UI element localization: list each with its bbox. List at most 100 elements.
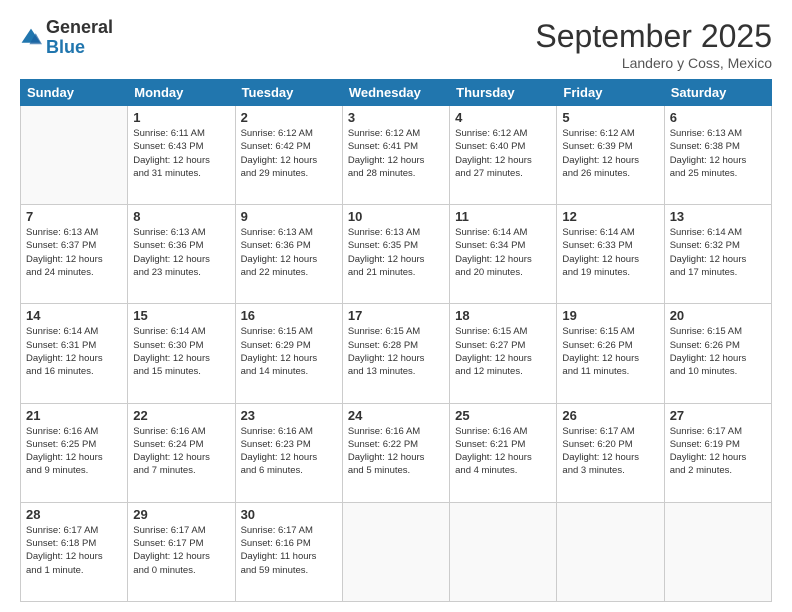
day-header-wednesday: Wednesday (342, 80, 449, 106)
day-header-monday: Monday (128, 80, 235, 106)
calendar-cell: 14Sunrise: 6:14 AM Sunset: 6:31 PM Dayli… (21, 304, 128, 403)
day-info: Sunrise: 6:15 AM Sunset: 6:26 PM Dayligh… (670, 325, 766, 378)
day-number: 23 (241, 408, 337, 423)
week-row-3: 14Sunrise: 6:14 AM Sunset: 6:31 PM Dayli… (21, 304, 772, 403)
calendar-cell: 18 Sunrise: 6:15 AM Sunset: 6:27 PM Dayli… (450, 304, 557, 403)
calendar-cell: 30Sunrise: 6:17 AM Sunset: 6:16 PM Dayli… (235, 502, 342, 601)
week-row-1: 1 Sunrise: 6:11 AM Sunset: 6:43 PM Daylig… (21, 106, 772, 205)
day-info: Sunrise: 6:13 AM Sunset: 6:36 PM Dayligh… (241, 226, 337, 279)
calendar-cell: 21Sunrise: 6:16 AM Sunset: 6:25 PM Dayli… (21, 403, 128, 502)
day-info: Sunrise: 6:17 AM Sunset: 6:20 PM Dayligh… (562, 425, 658, 478)
day-info: Sunrise: 6:13 AM Sunset: 6:35 PM Dayligh… (348, 226, 444, 279)
day-header-tuesday: Tuesday (235, 80, 342, 106)
day-number: 8 (133, 209, 229, 224)
day-header-saturday: Saturday (664, 80, 771, 106)
calendar-cell: 12 Sunrise: 6:14 AM Sunset: 6:33 PM Dayli… (557, 205, 664, 304)
calendar-cell: 3Sunrise: 6:12 AM Sunset: 6:41 PM Daylig… (342, 106, 449, 205)
calendar-cell (450, 502, 557, 601)
day-info: Sunrise: 6:12 AM Sunset: 6:42 PM Dayligh… (241, 127, 337, 180)
logo-blue: Blue (46, 37, 85, 57)
calendar-cell: 24 Sunrise: 6:16 AM Sunset: 6:22 PM Dayli… (342, 403, 449, 502)
day-info: Sunrise: 6:11 AM Sunset: 6:43 PM Dayligh… (133, 127, 229, 180)
day-number: 22 (133, 408, 229, 423)
day-number: 26 (562, 408, 658, 423)
calendar-cell: 28 Sunrise: 6:17 AM Sunset: 6:18 PM Dayli… (21, 502, 128, 601)
day-number: 11 (455, 209, 551, 224)
day-number: 28 (26, 507, 122, 522)
title-block: September 2025 Landero y Coss, Mexico (535, 18, 772, 71)
day-info: Sunrise: 6:15 AM Sunset: 6:29 PM Dayligh… (241, 325, 337, 378)
day-info: Sunrise: 6:16 AM Sunset: 6:22 PM Dayligh… (348, 425, 444, 478)
calendar-cell (342, 502, 449, 601)
day-number: 18 (455, 308, 551, 323)
calendar-cell (557, 502, 664, 601)
logo-icon (20, 27, 42, 49)
calendar-cell (21, 106, 128, 205)
page: General Blue September 2025 Landero y Co… (0, 0, 792, 612)
day-number: 2 (241, 110, 337, 125)
day-number: 20 (670, 308, 766, 323)
calendar-cell (664, 502, 771, 601)
day-number: 7 (26, 209, 122, 224)
calendar-cell: 8 Sunrise: 6:13 AM Sunset: 6:36 PM Daylig… (128, 205, 235, 304)
calendar-cell: 11 Sunrise: 6:14 AM Sunset: 6:34 PM Dayli… (450, 205, 557, 304)
day-info: Sunrise: 6:14 AM Sunset: 6:34 PM Dayligh… (455, 226, 551, 279)
day-info: Sunrise: 6:12 AM Sunset: 6:40 PM Dayligh… (455, 127, 551, 180)
week-row-5: 28 Sunrise: 6:17 AM Sunset: 6:18 PM Dayli… (21, 502, 772, 601)
day-info: Sunrise: 6:15 AM Sunset: 6:27 PM Dayligh… (455, 325, 551, 378)
day-info: Sunrise: 6:16 AM Sunset: 6:21 PM Dayligh… (455, 425, 551, 478)
calendar-cell: 6Sunrise: 6:13 AM Sunset: 6:38 PM Daylig… (664, 106, 771, 205)
day-info: Sunrise: 6:17 AM Sunset: 6:17 PM Dayligh… (133, 524, 229, 577)
day-info: Sunrise: 6:14 AM Sunset: 6:33 PM Dayligh… (562, 226, 658, 279)
calendar-cell: 1 Sunrise: 6:11 AM Sunset: 6:43 PM Daylig… (128, 106, 235, 205)
calendar-cell: 5Sunrise: 6:12 AM Sunset: 6:39 PM Daylig… (557, 106, 664, 205)
calendar-cell: 25 Sunrise: 6:16 AM Sunset: 6:21 PM Dayli… (450, 403, 557, 502)
day-number: 25 (455, 408, 551, 423)
month-title: September 2025 (535, 18, 772, 55)
day-info: Sunrise: 6:16 AM Sunset: 6:25 PM Dayligh… (26, 425, 122, 478)
day-number: 6 (670, 110, 766, 125)
day-header-sunday: Sunday (21, 80, 128, 106)
calendar-cell: 4 Sunrise: 6:12 AM Sunset: 6:40 PM Daylig… (450, 106, 557, 205)
logo: General Blue (20, 18, 113, 58)
days-header-row: SundayMondayTuesdayWednesdayThursdayFrid… (21, 80, 772, 106)
day-info: Sunrise: 6:17 AM Sunset: 6:16 PM Dayligh… (241, 524, 337, 577)
day-number: 1 (133, 110, 229, 125)
day-number: 16 (241, 308, 337, 323)
day-info: Sunrise: 6:17 AM Sunset: 6:18 PM Dayligh… (26, 524, 122, 577)
calendar-cell: 26 Sunrise: 6:17 AM Sunset: 6:20 PM Dayli… (557, 403, 664, 502)
day-info: Sunrise: 6:13 AM Sunset: 6:36 PM Dayligh… (133, 226, 229, 279)
day-number: 19 (562, 308, 658, 323)
day-info: Sunrise: 6:16 AM Sunset: 6:24 PM Dayligh… (133, 425, 229, 478)
day-info: Sunrise: 6:12 AM Sunset: 6:39 PM Dayligh… (562, 127, 658, 180)
calendar-cell: 19Sunrise: 6:15 AM Sunset: 6:26 PM Dayli… (557, 304, 664, 403)
day-number: 12 (562, 209, 658, 224)
day-info: Sunrise: 6:13 AM Sunset: 6:37 PM Dayligh… (26, 226, 122, 279)
day-number: 4 (455, 110, 551, 125)
day-number: 29 (133, 507, 229, 522)
calendar-cell: 9 Sunrise: 6:13 AM Sunset: 6:36 PM Daylig… (235, 205, 342, 304)
day-info: Sunrise: 6:16 AM Sunset: 6:23 PM Dayligh… (241, 425, 337, 478)
logo-general: General (46, 17, 113, 37)
day-info: Sunrise: 6:14 AM Sunset: 6:31 PM Dayligh… (26, 325, 122, 378)
calendar-body: 1 Sunrise: 6:11 AM Sunset: 6:43 PM Daylig… (21, 106, 772, 602)
day-info: Sunrise: 6:17 AM Sunset: 6:19 PM Dayligh… (670, 425, 766, 478)
calendar-cell: 22 Sunrise: 6:16 AM Sunset: 6:24 PM Dayli… (128, 403, 235, 502)
calendar-cell: 27Sunrise: 6:17 AM Sunset: 6:19 PM Dayli… (664, 403, 771, 502)
day-number: 3 (348, 110, 444, 125)
logo-text: General Blue (46, 18, 113, 58)
calendar: SundayMondayTuesdayWednesdayThursdayFrid… (20, 79, 772, 602)
day-number: 24 (348, 408, 444, 423)
calendar-cell: 29 Sunrise: 6:17 AM Sunset: 6:17 PM Dayli… (128, 502, 235, 601)
calendar-cell: 17Sunrise: 6:15 AM Sunset: 6:28 PM Dayli… (342, 304, 449, 403)
calendar-cell: 13Sunrise: 6:14 AM Sunset: 6:32 PM Dayli… (664, 205, 771, 304)
day-info: Sunrise: 6:14 AM Sunset: 6:32 PM Dayligh… (670, 226, 766, 279)
calendar-cell: 16 Sunrise: 6:15 AM Sunset: 6:29 PM Dayli… (235, 304, 342, 403)
day-number: 9 (241, 209, 337, 224)
calendar-cell: 20 Sunrise: 6:15 AM Sunset: 6:26 PM Dayli… (664, 304, 771, 403)
day-number: 15 (133, 308, 229, 323)
calendar-cell: 10Sunrise: 6:13 AM Sunset: 6:35 PM Dayli… (342, 205, 449, 304)
calendar-header: SundayMondayTuesdayWednesdayThursdayFrid… (21, 80, 772, 106)
week-row-2: 7 Sunrise: 6:13 AM Sunset: 6:37 PM Daylig… (21, 205, 772, 304)
calendar-cell: 15Sunrise: 6:14 AM Sunset: 6:30 PM Dayli… (128, 304, 235, 403)
